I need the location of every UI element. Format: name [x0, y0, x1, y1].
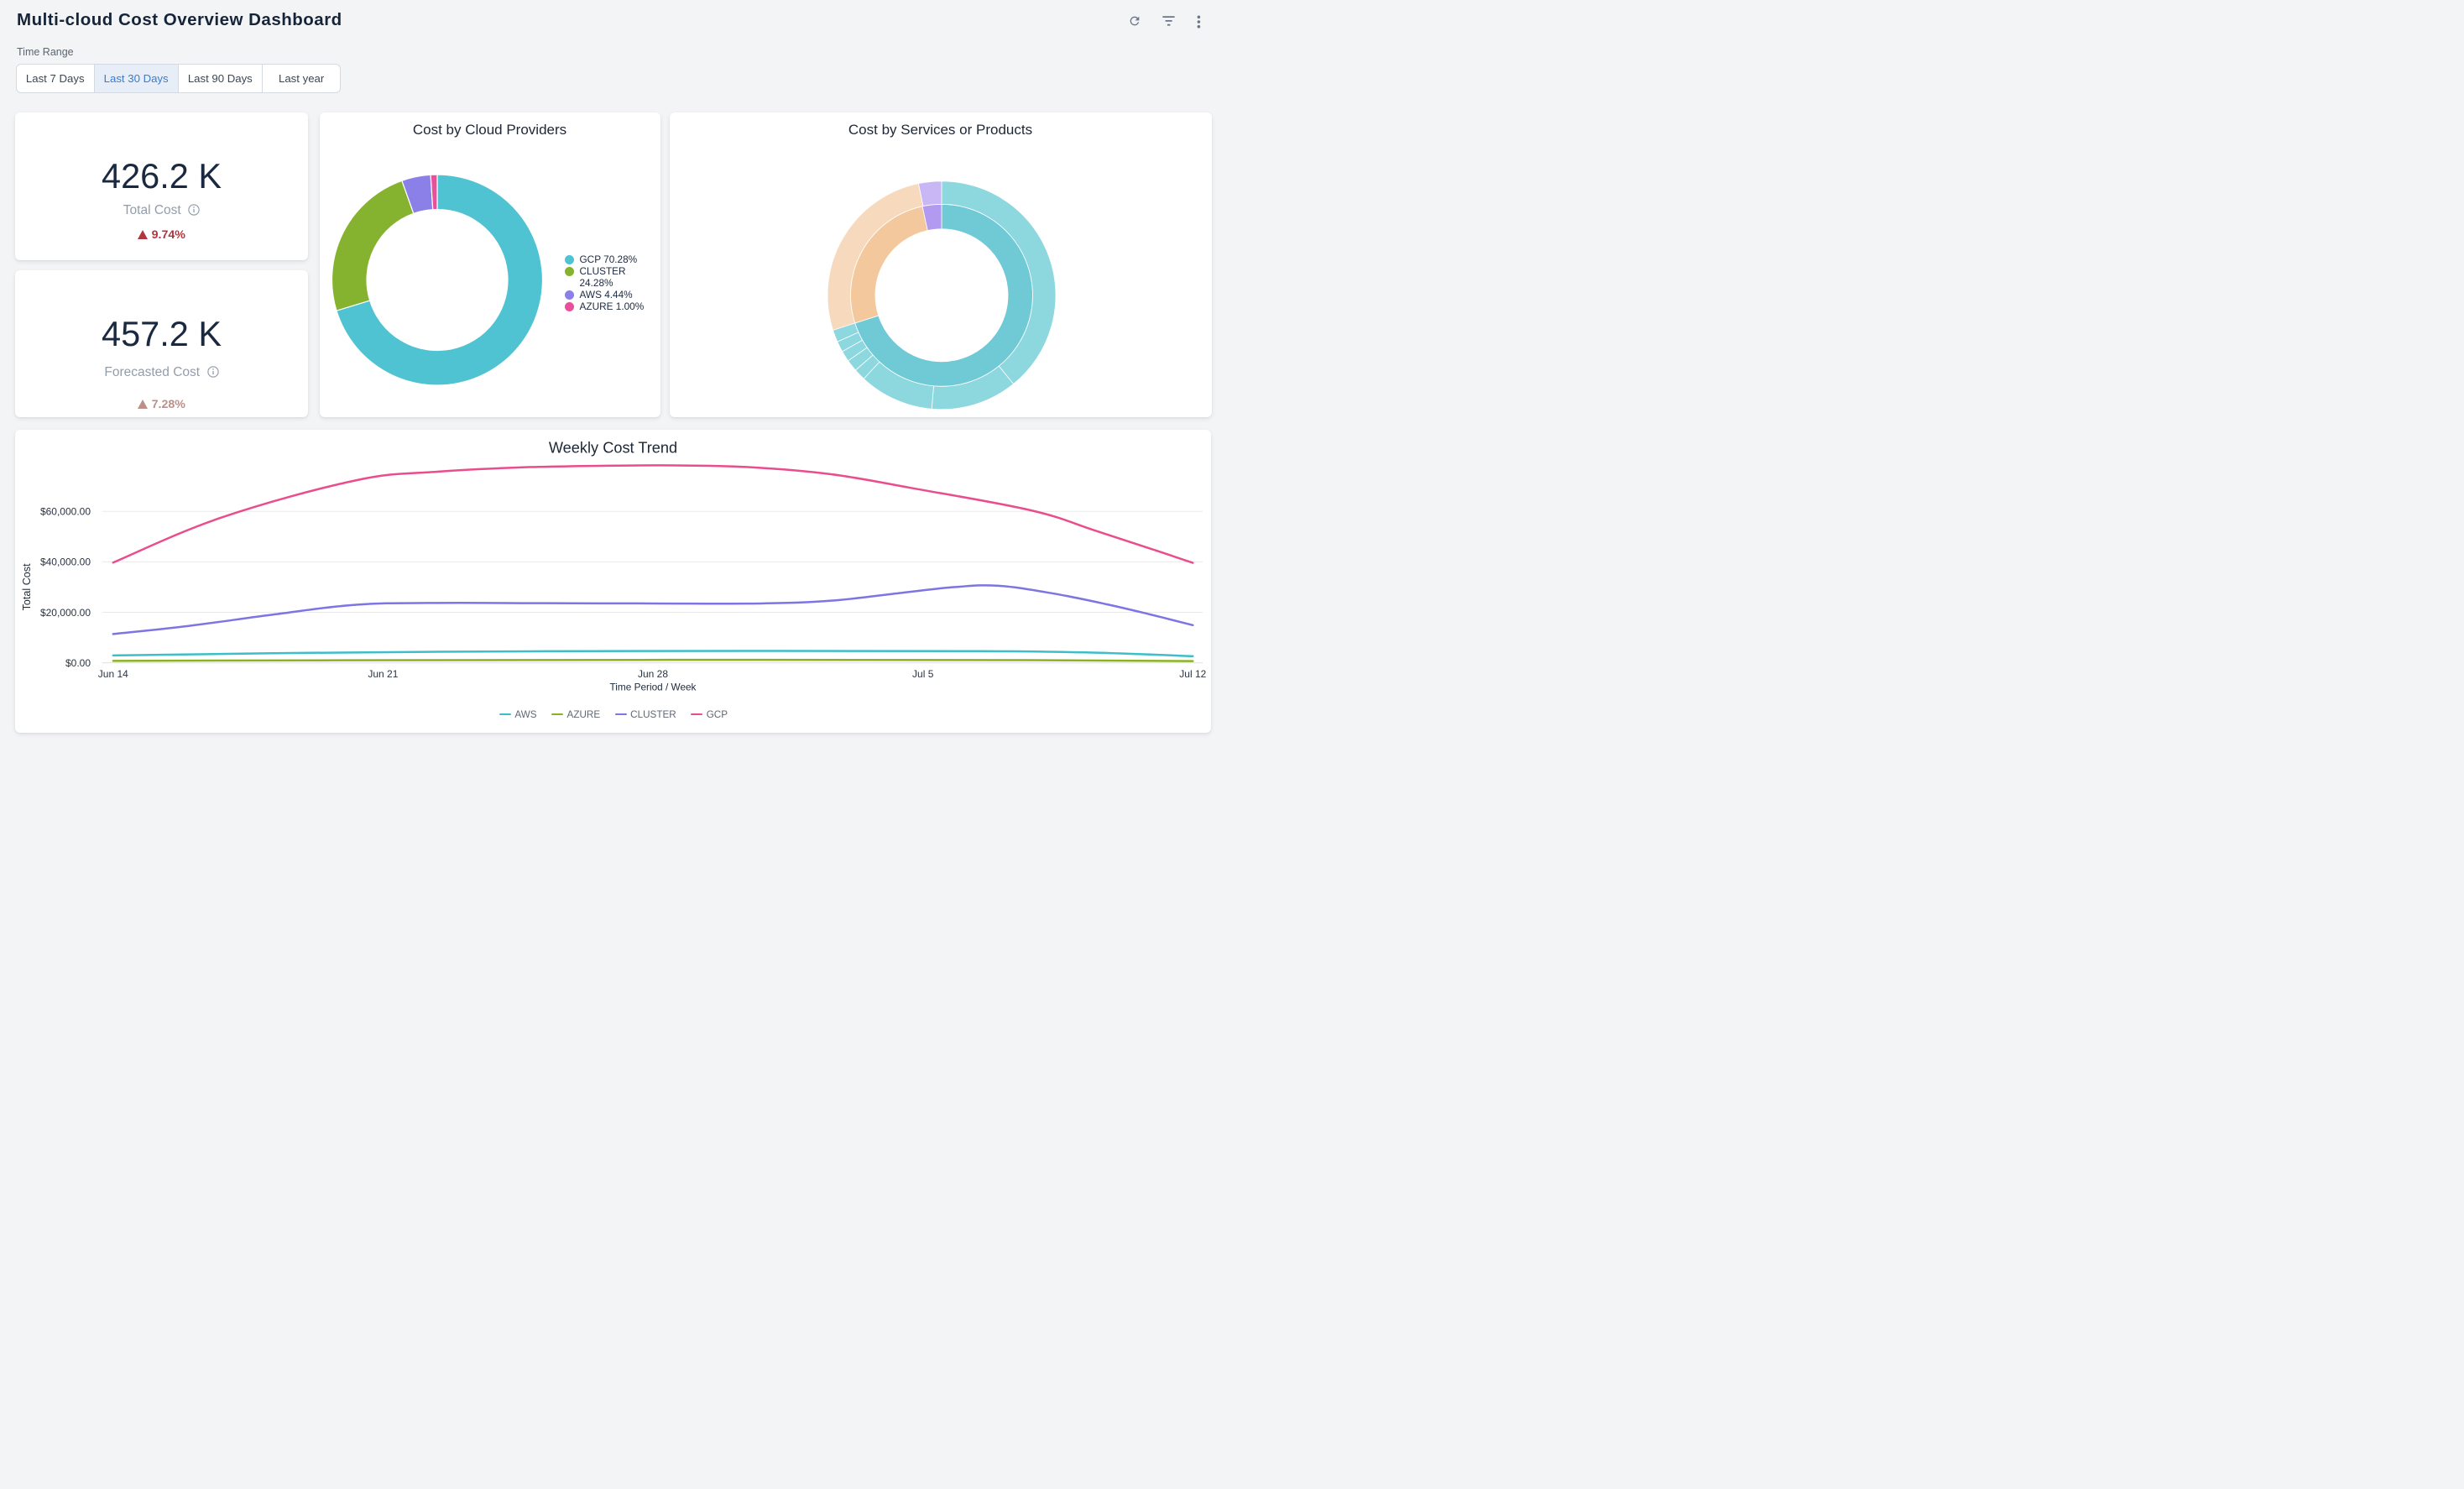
svg-text:$40,000.00: $40,000.00 — [40, 556, 91, 567]
svg-text:$60,000.00: $60,000.00 — [40, 505, 91, 517]
svg-text:Jul 12: Jul 12 — [1180, 668, 1207, 680]
svg-text:Time Period / Week: Time Period / Week — [610, 681, 697, 692]
svg-text:$20,000.00: $20,000.00 — [40, 607, 91, 619]
svg-text:Jun 21: Jun 21 — [368, 668, 399, 680]
svg-text:Jun 28: Jun 28 — [638, 668, 668, 680]
svg-text:Jun 14: Jun 14 — [98, 668, 128, 680]
svg-text:$0.00: $0.00 — [65, 657, 91, 669]
svg-text:Total Cost: Total Cost — [21, 563, 33, 610]
svg-text:Jul 5: Jul 5 — [912, 668, 934, 680]
svg-text:Weekly Cost Trend: Weekly Cost Trend — [549, 439, 677, 456]
